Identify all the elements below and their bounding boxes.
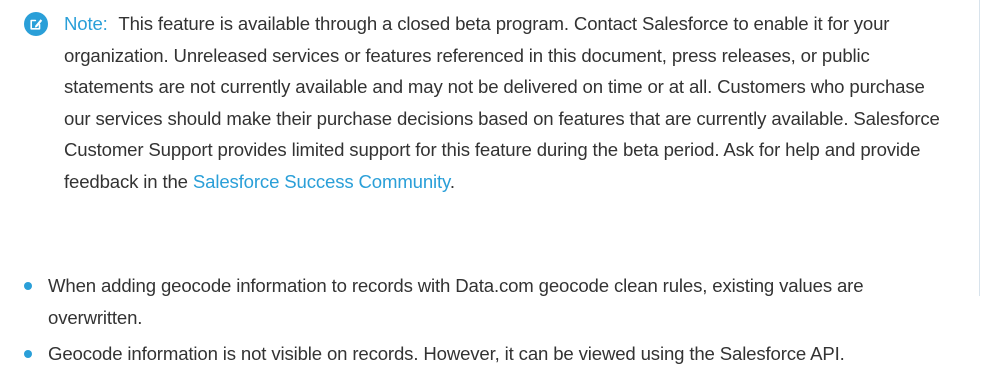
- note-callout: Note: This feature is available through …: [24, 8, 954, 197]
- note-body: Note: This feature is available through …: [64, 8, 954, 197]
- bullet-text: Geocode information is not visible on re…: [48, 343, 845, 364]
- note-text: This feature is available through a clos…: [64, 13, 940, 192]
- list-item: When adding geocode information to recor…: [0, 270, 938, 333]
- bullet-icon: [24, 350, 32, 358]
- edit-note-icon: [24, 12, 48, 36]
- list-item: Geocode information is not visible on re…: [0, 338, 995, 370]
- note-label: Note:: [64, 13, 108, 34]
- right-border-rule: [979, 0, 980, 296]
- bullet-icon: [24, 282, 32, 290]
- note-end-punctuation: .: [449, 170, 455, 192]
- salesforce-success-community-link[interactable]: Salesforce Success Community: [193, 171, 450, 192]
- bullet-list: When adding geocode information to recor…: [0, 270, 995, 370]
- bullet-text: When adding geocode information to recor…: [48, 275, 864, 328]
